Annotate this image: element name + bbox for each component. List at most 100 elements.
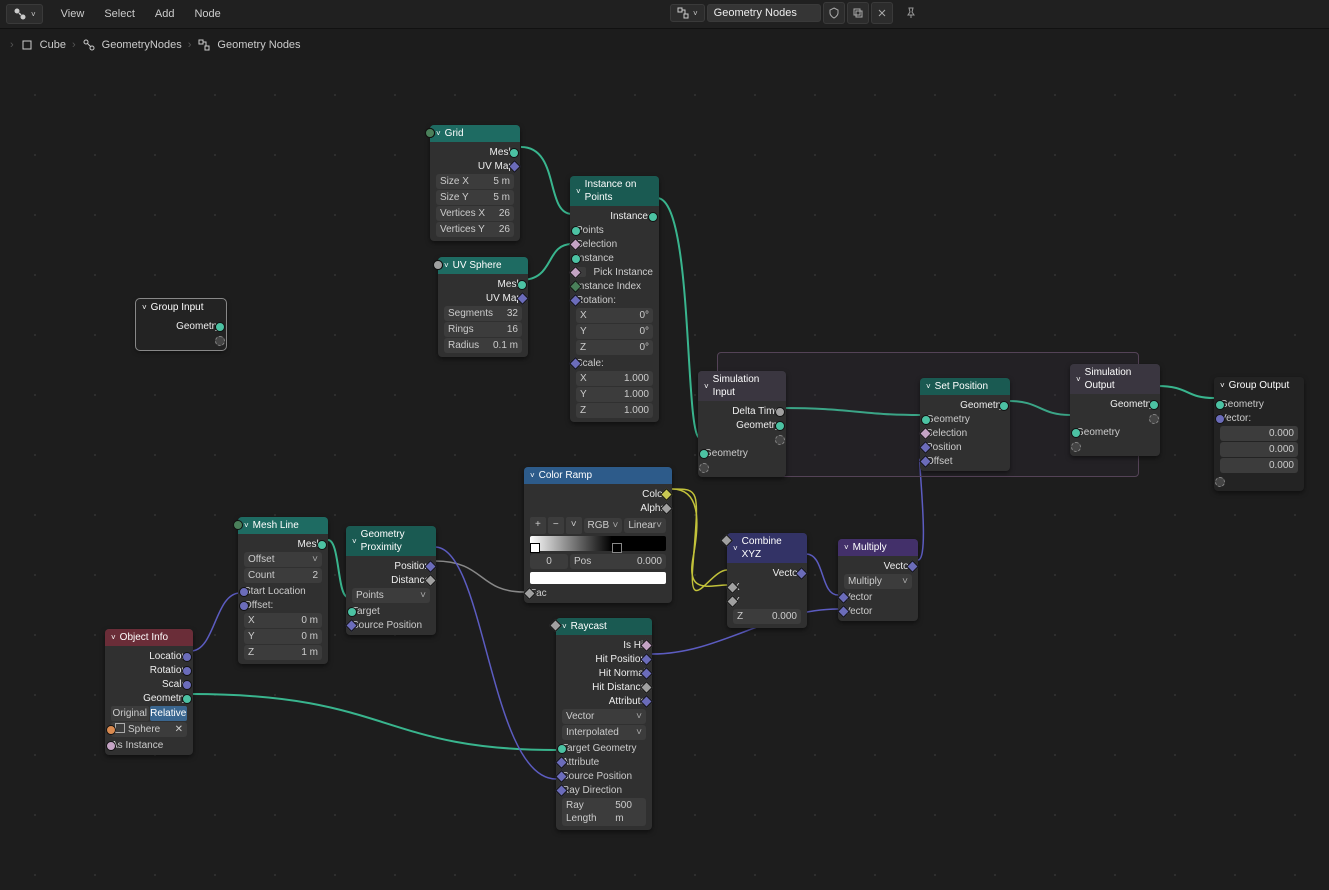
node-combine-xyz[interactable]: ˅Combine XYZ Vector X Y Z0.000 <box>727 533 807 628</box>
input-socket[interactable] <box>433 260 443 270</box>
node-object-info[interactable]: ˅Object Info Location Rotation Scale Geo… <box>105 629 193 755</box>
input-socket[interactable] <box>557 744 567 754</box>
editor-type-selector[interactable]: ˅ <box>6 4 43 24</box>
node-geometry-proximity[interactable]: ˅Geometry Proximity Position Distance Po… <box>346 526 436 635</box>
input-socket[interactable] <box>106 741 116 751</box>
field-off-z[interactable]: Z1 m <box>244 645 322 660</box>
nodetree-name-input[interactable] <box>707 4 821 22</box>
field-ray-length[interactable]: Ray Length500 m <box>562 798 646 826</box>
input-socket[interactable] <box>233 520 243 530</box>
field-object[interactable]: Sphere✕ <box>111 722 187 737</box>
output-socket[interactable] <box>182 694 192 704</box>
output-socket-mesh[interactable] <box>517 280 527 290</box>
node-uv-sphere[interactable]: ˅UV Sphere Mesh UV Map Segments32 Rings1… <box>438 257 528 357</box>
node-instance-on-points[interactable]: ˅Instance on Points Instances Points Sel… <box>570 176 659 422</box>
field-vec-y[interactable]: 0.000 <box>1220 442 1298 457</box>
field-off-x[interactable]: X0 m <box>244 613 322 628</box>
output-socket-geometry[interactable] <box>215 322 225 332</box>
node-mesh-line[interactable]: ˅Mesh Line Mesh Offset Count2 Start Loca… <box>238 517 328 664</box>
field-vec-z[interactable]: 0.000 <box>1220 458 1298 473</box>
field-off-y[interactable]: Y0 m <box>244 629 322 644</box>
output-socket-instances[interactable] <box>648 212 658 222</box>
output-socket[interactable] <box>775 421 785 431</box>
input-socket-virtual[interactable] <box>699 463 709 473</box>
browse-nodetree-button[interactable]: ˅ <box>670 4 705 22</box>
node-simulation-output[interactable]: ˅Simulation Output Geometry Geometry <box>1070 364 1160 456</box>
field-count[interactable]: Count2 <box>244 568 322 583</box>
field-size-x[interactable]: Size X5 m <box>436 174 514 189</box>
tools-dropdown[interactable]: ˅ <box>566 517 582 534</box>
field-segments[interactable]: Segments32 <box>444 306 522 321</box>
btn-original[interactable]: Original <box>111 706 149 721</box>
breadcrumb-object[interactable]: Cube <box>40 39 66 51</box>
select-interp[interactable]: Interpolated <box>562 725 646 740</box>
node-raycast[interactable]: ˅Raycast Is Hit Hit Position Hit Normal … <box>556 618 652 830</box>
field-pos[interactable]: Pos0.000 <box>570 554 666 569</box>
output-socket-virtual[interactable] <box>775 435 785 445</box>
field-scale-y[interactable]: Y1.000 <box>576 387 653 402</box>
input-socket-virtual[interactable] <box>1215 477 1225 487</box>
menu-add[interactable]: Add <box>145 8 185 20</box>
select-op[interactable]: Multiply <box>844 574 912 589</box>
select-attr-type[interactable]: Vector <box>562 709 646 724</box>
shield-icon[interactable] <box>823 2 845 24</box>
select-mode[interactable]: Points <box>352 588 430 603</box>
node-group-output[interactable]: ˅Group Output Geometry Vector: 0.000 0.0… <box>1214 377 1304 491</box>
input-socket[interactable] <box>1215 414 1225 424</box>
field-size-y[interactable]: Size Y5 m <box>436 190 514 205</box>
output-socket[interactable] <box>1149 400 1159 410</box>
field-vec-x[interactable]: 0.000 <box>1220 426 1298 441</box>
node-simulation-input[interactable]: ˅Simulation Input Delta Time Geometry Ge… <box>698 371 786 477</box>
node-color-ramp[interactable]: ˅Color Ramp Color Alpha + − ˅ RGB Linear… <box>524 467 672 603</box>
field-rings[interactable]: Rings16 <box>444 322 522 337</box>
stop-color-swatch[interactable] <box>530 572 666 584</box>
output-socket-virtual[interactable] <box>215 336 225 346</box>
field-z[interactable]: Z0.000 <box>733 609 801 624</box>
color-ramp-widget[interactable] <box>530 536 666 551</box>
output-socket[interactable] <box>999 401 1009 411</box>
output-socket[interactable] <box>317 540 327 550</box>
pin-icon[interactable] <box>901 3 921 23</box>
select-mode[interactable]: Offset <box>244 552 322 567</box>
field-verts-x[interactable]: Vertices X26 <box>436 206 514 221</box>
field-scale-z[interactable]: Z1.000 <box>576 403 653 418</box>
field-scale-x[interactable]: X1.000 <box>576 371 653 386</box>
select-mode[interactable]: Linear <box>624 518 666 533</box>
input-socket[interactable] <box>425 128 435 138</box>
breadcrumb-tree[interactable]: Geometry Nodes <box>217 39 300 51</box>
output-socket-virtual[interactable] <box>1149 414 1159 424</box>
menu-node[interactable]: Node <box>184 8 230 20</box>
remove-stop-button[interactable]: − <box>548 517 564 534</box>
input-socket-instance[interactable] <box>571 254 581 264</box>
input-socket-virtual[interactable] <box>1071 442 1081 452</box>
node-grid[interactable]: ˅Grid Mesh UV Map Size X5 m Size Y5 m Ve… <box>430 125 520 241</box>
stop-index[interactable]: 0 <box>530 554 568 569</box>
breadcrumb-modifier[interactable]: GeometryNodes <box>102 39 182 51</box>
input-socket[interactable] <box>239 587 249 597</box>
btn-relative[interactable]: Relative <box>150 706 188 721</box>
output-socket-mesh[interactable] <box>509 148 519 158</box>
menu-view[interactable]: View <box>51 8 95 20</box>
input-socket[interactable] <box>347 607 357 617</box>
field-rot-x[interactable]: X0° <box>576 308 653 323</box>
menu-select[interactable]: Select <box>94 8 145 20</box>
input-socket[interactable] <box>106 725 116 735</box>
select-interp[interactable]: RGB <box>584 518 623 533</box>
input-socket[interactable] <box>1071 428 1081 438</box>
output-socket[interactable] <box>775 407 785 417</box>
input-socket[interactable] <box>699 449 709 459</box>
input-socket[interactable] <box>921 415 931 425</box>
output-socket[interactable] <box>182 666 192 676</box>
input-socket[interactable] <box>239 601 249 611</box>
field-rot-y[interactable]: Y0° <box>576 324 653 339</box>
output-socket[interactable] <box>182 680 192 690</box>
duplicate-nodetree-button[interactable] <box>847 2 869 24</box>
ramp-stop[interactable] <box>612 543 622 553</box>
field-rot-z[interactable]: Z0° <box>576 340 653 355</box>
field-radius[interactable]: Radius0.1 m <box>444 338 522 353</box>
input-socket-points[interactable] <box>571 226 581 236</box>
field-verts-y[interactable]: Vertices Y26 <box>436 222 514 237</box>
node-set-position[interactable]: ˅Set Position Geometry Geometry Selectio… <box>920 378 1010 471</box>
output-socket[interactable] <box>182 652 192 662</box>
ramp-stop[interactable] <box>530 543 540 553</box>
